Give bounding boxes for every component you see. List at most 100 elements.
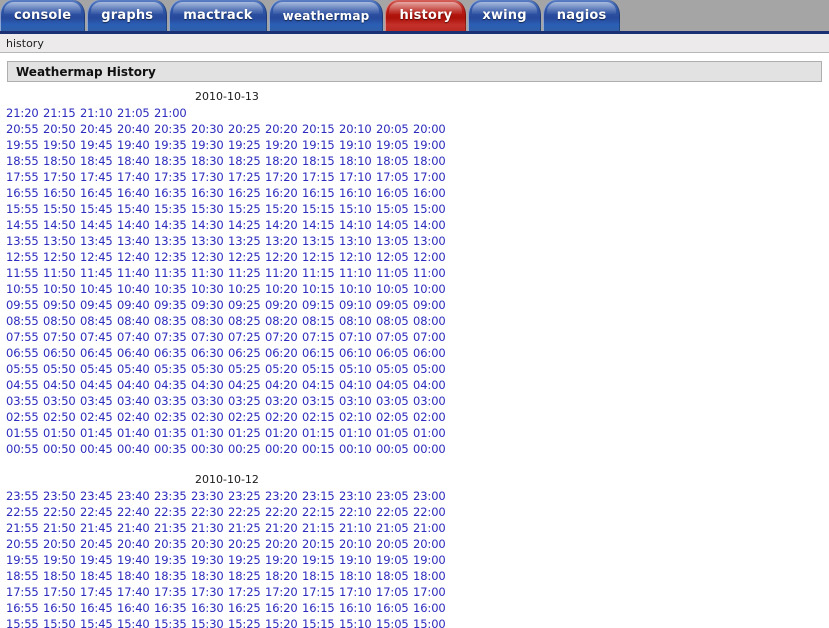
history-time-link[interactable]: 16:50 [43,600,80,616]
history-time-link[interactable]: 16:20 [265,600,302,616]
history-time-link[interactable]: 05:40 [117,361,154,377]
tab-console[interactable]: console [0,0,86,31]
history-time-link[interactable]: 04:00 [413,377,450,393]
history-time-link[interactable]: 22:50 [43,504,80,520]
breadcrumb-history[interactable]: history [6,37,44,50]
history-time-link[interactable]: 16:55 [6,185,43,201]
history-time-link[interactable]: 13:35 [154,233,191,249]
history-time-link[interactable]: 08:35 [154,313,191,329]
history-time-link[interactable]: 15:35 [154,201,191,217]
history-time-link[interactable]: 20:05 [376,121,413,137]
history-time-link[interactable]: 19:55 [6,137,43,153]
history-time-link[interactable]: 18:00 [413,568,450,584]
history-time-link[interactable]: 17:10 [339,169,376,185]
history-time-link[interactable]: 23:25 [228,488,265,504]
history-time-link[interactable]: 11:00 [413,265,450,281]
history-time-link[interactable]: 17:50 [43,169,80,185]
history-time-link[interactable]: 07:35 [154,329,191,345]
history-time-link[interactable]: 06:00 [413,345,450,361]
history-time-link[interactable]: 19:50 [43,137,80,153]
history-time-link[interactable]: 17:20 [265,169,302,185]
history-time-link[interactable]: 20:50 [43,121,80,137]
history-time-link[interactable]: 07:20 [265,329,302,345]
history-time-link[interactable]: 05:20 [265,361,302,377]
history-time-link[interactable]: 18:05 [376,568,413,584]
history-time-link[interactable]: 19:20 [265,552,302,568]
history-time-link[interactable]: 17:30 [191,584,228,600]
history-time-link[interactable]: 17:05 [376,169,413,185]
history-time-link[interactable]: 16:25 [228,185,265,201]
history-time-link[interactable]: 14:40 [117,217,154,233]
history-time-link[interactable]: 16:45 [80,185,117,201]
history-time-link[interactable]: 16:15 [302,600,339,616]
history-time-link[interactable]: 20:40 [117,121,154,137]
history-time-link[interactable]: 07:15 [302,329,339,345]
history-time-link[interactable]: 01:55 [6,425,43,441]
history-time-link[interactable]: 20:00 [413,121,450,137]
history-time-link[interactable]: 01:00 [413,425,450,441]
history-time-link[interactable]: 15:20 [265,201,302,217]
history-time-link[interactable]: 17:05 [376,584,413,600]
history-time-link[interactable]: 19:25 [228,552,265,568]
history-time-link[interactable]: 18:25 [228,568,265,584]
history-time-link[interactable]: 09:45 [80,297,117,313]
history-time-link[interactable]: 08:20 [265,313,302,329]
history-time-link[interactable]: 04:10 [339,377,376,393]
history-time-link[interactable]: 01:40 [117,425,154,441]
history-time-link[interactable]: 22:55 [6,504,43,520]
history-time-link[interactable]: 09:25 [228,297,265,313]
history-time-link[interactable]: 00:30 [191,441,228,457]
history-time-link[interactable]: 10:15 [302,281,339,297]
history-time-link[interactable]: 17:00 [413,584,450,600]
history-time-link[interactable]: 19:00 [413,552,450,568]
history-time-link[interactable]: 20:15 [302,121,339,137]
history-time-link[interactable]: 06:45 [80,345,117,361]
history-time-link[interactable]: 15:20 [265,616,302,628]
history-time-link[interactable]: 04:25 [228,377,265,393]
history-time-link[interactable]: 05:05 [376,361,413,377]
history-time-link[interactable]: 15:40 [117,616,154,628]
history-time-link[interactable]: 07:50 [43,329,80,345]
history-time-link[interactable]: 12:30 [191,249,228,265]
history-time-link[interactable]: 13:15 [302,233,339,249]
history-time-link[interactable]: 22:10 [339,504,376,520]
history-time-link[interactable]: 08:50 [43,313,80,329]
history-time-link[interactable]: 09:20 [265,297,302,313]
history-time-link[interactable]: 05:50 [43,361,80,377]
history-time-link[interactable]: 16:25 [228,600,265,616]
history-time-link[interactable]: 23:15 [302,488,339,504]
history-time-link[interactable]: 16:20 [265,185,302,201]
history-time-link[interactable]: 18:45 [80,153,117,169]
history-time-link[interactable]: 21:10 [80,105,117,121]
history-time-link[interactable]: 01:30 [191,425,228,441]
history-time-link[interactable]: 15:15 [302,201,339,217]
history-time-link[interactable]: 19:15 [302,137,339,153]
history-time-link[interactable]: 10:50 [43,281,80,297]
history-time-link[interactable]: 00:35 [154,441,191,457]
history-time-link[interactable]: 16:50 [43,185,80,201]
history-time-link[interactable]: 21:05 [376,520,413,536]
history-time-link[interactable]: 05:10 [339,361,376,377]
history-time-link[interactable]: 16:15 [302,185,339,201]
history-time-link[interactable]: 19:40 [117,137,154,153]
history-time-link[interactable]: 21:20 [265,520,302,536]
history-time-link[interactable]: 00:15 [302,441,339,457]
history-time-link[interactable]: 20:00 [413,536,450,552]
history-time-link[interactable]: 14:50 [43,217,80,233]
history-time-link[interactable]: 07:25 [228,329,265,345]
history-time-link[interactable]: 10:05 [376,281,413,297]
history-time-link[interactable]: 23:00 [413,488,450,504]
history-time-link[interactable]: 06:40 [117,345,154,361]
history-time-link[interactable]: 18:55 [6,568,43,584]
history-time-link[interactable]: 20:55 [6,121,43,137]
history-time-link[interactable]: 15:30 [191,201,228,217]
history-time-link[interactable]: 16:10 [339,185,376,201]
history-time-link[interactable]: 22:15 [302,504,339,520]
history-time-link[interactable]: 03:55 [6,393,43,409]
history-time-link[interactable]: 00:50 [43,441,80,457]
history-time-link[interactable]: 06:10 [339,345,376,361]
history-time-link[interactable]: 21:05 [117,105,154,121]
history-time-link[interactable]: 14:25 [228,217,265,233]
history-time-link[interactable]: 12:45 [80,249,117,265]
history-time-link[interactable]: 19:35 [154,552,191,568]
